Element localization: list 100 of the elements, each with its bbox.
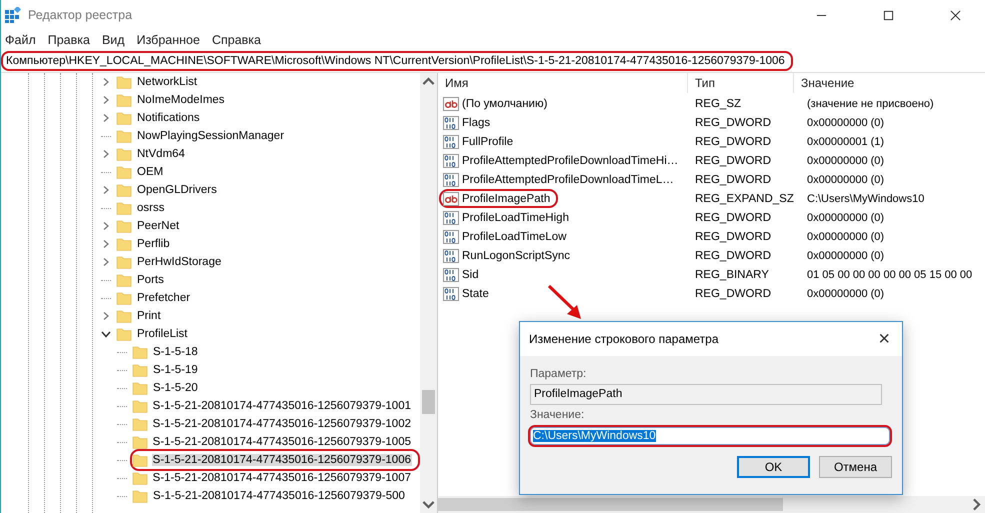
value-name[interactable]: ProfileLoadTimeLow [439, 227, 574, 246]
registry-editor-icon [5, 7, 21, 23]
value-data: 0x00000000 (0) [806, 116, 886, 128]
scroll-thumb[interactable] [422, 390, 435, 414]
binary-value-icon [443, 266, 459, 282]
folder-icon [116, 290, 132, 306]
value-data: 0x00000000 (0) [806, 230, 886, 242]
field-label: Значение: [530, 409, 586, 421]
value-type: REG_BINARY [694, 268, 770, 280]
folder-icon [116, 326, 132, 342]
value-name[interactable]: Sid [439, 265, 487, 284]
binary-value-icon [443, 228, 459, 244]
string-value-icon [443, 190, 459, 206]
value-type: REG_DWORD [694, 230, 772, 242]
folder-icon [116, 254, 132, 270]
folder-icon [116, 128, 132, 144]
folder-icon [116, 308, 132, 324]
value-name[interactable]: RunLogonScriptSync [439, 246, 578, 265]
dialog-button[interactable]: Отмена [819, 456, 892, 478]
vertical-scrollbar[interactable] [420, 73, 437, 513]
expand-chevron-icon[interactable] [101, 257, 111, 267]
value-name[interactable]: (По умолчанию) [439, 94, 556, 113]
value-data: 0x00000000 (0) [806, 250, 886, 262]
folder-icon [116, 110, 132, 126]
binary-value-icon [443, 248, 459, 264]
value-data: 0x00000000 (0) [806, 174, 886, 186]
menu-item[interactable]: Вид [102, 33, 125, 47]
menu-item[interactable]: Избранное [136, 33, 200, 47]
value-name[interactable]: ProfileAttemptedProfileDownloadTimeL… [439, 170, 682, 189]
binary-value-icon [443, 114, 459, 130]
value-type: REG_DWORD [694, 250, 772, 262]
value-type: REG_DWORD [694, 288, 772, 300]
folder-icon [132, 416, 148, 432]
expand-chevron-icon[interactable] [101, 149, 111, 159]
folder-icon [132, 398, 148, 414]
value-name[interactable]: State [439, 284, 497, 303]
dialog-button[interactable]: OK [737, 456, 810, 478]
folder-icon [132, 452, 148, 468]
scroll-thumb[interactable] [438, 498, 783, 511]
dialog-title: Изменение строкового параметра [529, 332, 719, 346]
value-data: 0x00000000 (0) [806, 154, 886, 166]
expand-chevron-icon[interactable] [101, 113, 111, 123]
close-button[interactable]: × [878, 329, 890, 349]
column-header[interactable]: Значение [794, 73, 985, 93]
value-data: 0x00000001 (1) [806, 136, 886, 148]
folder-icon [132, 470, 148, 486]
folder-icon [132, 488, 148, 504]
value-data: 0x00000000 (0) [806, 212, 886, 224]
value-data: (значение не присвоено) [806, 98, 935, 110]
binary-value-icon [443, 172, 459, 188]
folder-icon [116, 200, 132, 216]
folder-icon [116, 164, 132, 180]
menu-item[interactable]: Файл [5, 33, 36, 47]
folder-icon [116, 236, 132, 252]
value-name[interactable]: ProfileLoadTimeHigh [439, 208, 577, 227]
collapse-chevron-icon[interactable] [101, 329, 111, 339]
menu-item[interactable]: Правка [48, 33, 90, 47]
expand-chevron-icon[interactable] [101, 95, 111, 105]
value-type: REG_DWORD [694, 154, 772, 166]
value-data: C:\Users\MyWindows10 [806, 192, 926, 204]
parameter-field: ProfileImagePath [530, 384, 882, 405]
value-type: REG_DWORD [694, 212, 772, 224]
folder-icon [132, 434, 148, 450]
horizontal-scrollbar[interactable] [438, 496, 985, 513]
value-type: REG_SZ [694, 98, 742, 110]
window-title: Редактор реестра [28, 8, 132, 22]
value-type: REG_DWORD [694, 136, 772, 148]
folder-icon [116, 74, 132, 90]
column-header[interactable]: Тип [688, 73, 794, 93]
close-icon[interactable] [950, 10, 961, 20]
expand-chevron-icon[interactable] [101, 239, 111, 249]
folder-icon [132, 380, 148, 396]
maximize-icon[interactable] [883, 10, 894, 20]
binary-value-icon [443, 286, 459, 302]
value-type: REG_EXPAND_SZ [694, 192, 795, 204]
binary-value-icon [443, 134, 459, 150]
folder-icon [116, 92, 132, 108]
binary-value-icon [443, 210, 459, 226]
expand-chevron-icon[interactable] [101, 185, 111, 195]
folder-icon [132, 344, 148, 360]
value-name[interactable]: ProfileImagePath [439, 189, 558, 208]
binary-value-icon [443, 152, 459, 168]
value-type: REG_DWORD [694, 174, 772, 186]
value-name[interactable]: Flags [439, 113, 498, 132]
expand-chevron-icon[interactable] [101, 221, 111, 231]
expand-chevron-icon[interactable] [101, 77, 111, 87]
value-type: REG_DWORD [694, 116, 772, 128]
value-data: 01 05 00 00 00 00 00 05 15 00 00 [806, 268, 974, 280]
value-name[interactable]: FullProfile [439, 132, 522, 151]
expand-chevron-icon[interactable] [101, 311, 111, 321]
folder-icon [116, 146, 132, 162]
address-field[interactable]: Компьютер\HKEY_LOCAL_MACHINE\SOFTWARE\Microsoft\Windows NT\CurrentVersion\ProfileList\S-1-5-21-20810174-477435016-1256079379-1006 [1, 51, 793, 71]
folder-icon [116, 218, 132, 234]
tree-item[interactable]: S-1-5-21-20810174-477435016-1256079379-1006 [130, 449, 420, 471]
menu-item[interactable]: Справка [212, 33, 261, 47]
folder-icon [116, 182, 132, 198]
column-header[interactable]: Имя [438, 73, 688, 93]
value-name[interactable]: ProfileAttemptedProfileDownloadTimeHi… [439, 151, 686, 170]
folder-icon [132, 362, 148, 378]
value-input-field[interactable]: C:\Users\MyWindows10 [528, 425, 892, 447]
